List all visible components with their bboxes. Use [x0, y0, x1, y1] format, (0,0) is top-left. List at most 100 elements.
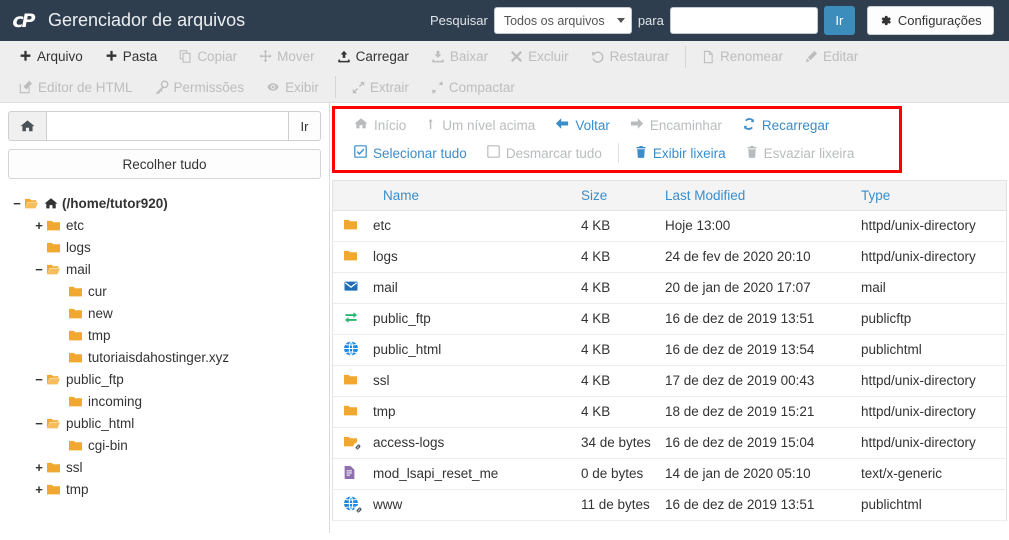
toolbar-item-carregar[interactable]: Carregar — [326, 44, 420, 70]
th-name[interactable]: Name — [367, 181, 575, 210]
cell-icon — [333, 303, 367, 334]
tree-node-etc[interactable]: + etc — [8, 214, 321, 236]
navigation-panel: InícioUm nível acimaVoltarEncaminharReca… — [332, 106, 902, 173]
toolbar-row-1: ArquivoPastaCopiarMoverCarregarBaixarExc… — [0, 41, 1009, 72]
table-row[interactable]: ssl4 KB17 de dez de 2019 00:43httpd/unix… — [333, 365, 1006, 396]
collapse-icon[interactable]: − — [32, 416, 46, 431]
tree-node-new[interactable]: new — [8, 302, 321, 324]
th-last-modified[interactable]: Last Modified — [659, 181, 855, 210]
cell-type: httpd/unix-directory — [855, 210, 1006, 241]
expand-icon — [352, 81, 365, 94]
tree-node-tmp[interactable]: tmp — [8, 324, 321, 346]
toolbar-item-arquivo[interactable]: Arquivo — [8, 44, 94, 70]
toolbar-item-permiss-es: Permissões — [144, 74, 256, 100]
expand-icon[interactable]: + — [32, 460, 46, 475]
folder-icon — [343, 435, 358, 448]
main-body: Ir Recolher tudo −(/home/tutor920) + etc lo… — [0, 103, 1009, 533]
nav-item-selecionar-tudo[interactable]: Selecionar tudo — [344, 145, 477, 161]
path-input[interactable] — [46, 111, 288, 141]
cell-type: httpd/unix-directory — [855, 365, 1006, 396]
cell-size: 4 KB — [575, 303, 659, 334]
nav-item-voltar[interactable]: Voltar — [545, 117, 620, 133]
tree-node-public-html[interactable]: −public_html — [8, 412, 321, 434]
cpanel-logo-icon: cP — [8, 8, 38, 34]
file-listing: Name Size Last Modified Type etc4 KBHoje… — [332, 180, 1007, 521]
table-row[interactable]: mod_lsapi_reset_me0 de bytes14 de jan de… — [333, 458, 1006, 489]
file-table-body: etc4 KBHoje 13:00httpd/unix-directorylog… — [333, 210, 1006, 520]
collapse-icon[interactable]: − — [32, 372, 46, 387]
toolbar-item-editar: Editar — [794, 44, 869, 70]
table-row[interactable]: public_ftp4 KB16 de dez de 2019 13:51pub… — [333, 303, 1006, 334]
nav-item-in-cio: Início — [344, 117, 416, 133]
tree-node-home-tutor920[interactable]: −(/home/tutor920) — [8, 192, 321, 214]
toolbar-item-mover: Mover — [248, 44, 326, 70]
cell-size: 4 KB — [575, 334, 659, 365]
nav-item-label: Encaminhar — [650, 118, 722, 133]
cell-size: 4 KB — [575, 365, 659, 396]
table-row[interactable]: etc4 KBHoje 13:00httpd/unix-directory — [333, 210, 1006, 241]
cell-type: publicftp — [855, 303, 1006, 334]
tree-node-logs[interactable]: logs — [8, 236, 321, 258]
cell-icon — [333, 427, 367, 458]
cell-icon — [333, 272, 367, 303]
folder-icon — [68, 285, 83, 298]
th-size[interactable]: Size — [575, 181, 659, 210]
expand-icon[interactable]: + — [32, 218, 46, 233]
folder-icon — [46, 241, 61, 254]
brand: cP Gerenciador de arquivos — [8, 8, 245, 34]
table-row[interactable]: www11 de bytes16 de dez de 2019 13:51pub… — [333, 489, 1006, 520]
th-type[interactable]: Type — [855, 181, 1006, 210]
tree-node-cgi-bin[interactable]: cgi-bin — [8, 434, 321, 456]
table-row[interactable]: tmp4 KB18 de dez de 2019 15:21httpd/unix… — [333, 396, 1006, 427]
collapse-all-button[interactable]: Recolher tudo — [8, 149, 321, 179]
table-row[interactable]: mail4 KB20 de jan de 2020 17:07mail — [333, 272, 1006, 303]
search-input[interactable] — [670, 7, 818, 34]
home-icon — [354, 117, 368, 133]
tree-node-mail[interactable]: −mail — [8, 258, 321, 280]
tree-node-cur[interactable]: cur — [8, 280, 321, 302]
cell-last-modified: 16 de dez de 2019 15:04 — [659, 427, 855, 458]
tree-node-tmp[interactable]: + tmp — [8, 478, 321, 500]
toolbar-item-pasta[interactable]: Pasta — [94, 44, 169, 70]
table-row[interactable]: access-logs34 de bytes16 de dez de 2019 … — [333, 427, 1006, 458]
cell-size: 4 KB — [575, 210, 659, 241]
folder-icon — [46, 461, 61, 474]
search-go-button[interactable]: Ir — [824, 6, 855, 35]
trash-icon — [746, 145, 758, 162]
path-bar: Ir — [8, 111, 321, 141]
search-scope-select[interactable]: Todos os arquivos — [494, 7, 632, 34]
nav-item-label: Exibir lixeira — [653, 146, 726, 161]
settings-button[interactable]: Configurações — [867, 6, 994, 35]
folder-icon — [68, 351, 83, 364]
nav-item-recarregar[interactable]: Recarregar — [732, 117, 840, 134]
expand-icon[interactable]: + — [32, 482, 46, 497]
nav-item-label: Selecionar tudo — [373, 146, 467, 161]
app-header: cP Gerenciador de arquivos Pesquisar Tod… — [0, 0, 1009, 41]
collapse-icon[interactable]: − — [10, 196, 24, 211]
toolbar-item-label: Permissões — [174, 80, 245, 95]
collapse-icon[interactable]: − — [32, 262, 46, 277]
move-icon — [259, 50, 272, 63]
tree-node-label: new — [88, 306, 113, 321]
tree-node-ssl[interactable]: +ssl — [8, 456, 321, 478]
tree-node-label: etc — [66, 218, 84, 233]
home-button[interactable] — [8, 111, 46, 141]
toolbar-divider — [335, 76, 336, 98]
cell-type: publichtml — [855, 489, 1006, 520]
cell-size: 0 de bytes — [575, 458, 659, 489]
tree-node-label: tmp — [66, 482, 89, 497]
path-go-button[interactable]: Ir — [288, 111, 321, 141]
cell-size: 4 KB — [575, 241, 659, 272]
search-label: Pesquisar — [430, 13, 488, 28]
table-row[interactable]: public_html4 KB16 de dez de 2019 13:54pu… — [333, 334, 1006, 365]
tree-node-public-ftp[interactable]: −public_ftp — [8, 368, 321, 390]
sidebar: Ir Recolher tudo −(/home/tutor920) + etc lo… — [0, 103, 330, 533]
cell-last-modified: Hoje 13:00 — [659, 210, 855, 241]
nav-item-exibir-lixeira[interactable]: Exibir lixeira — [625, 145, 736, 162]
tree-node-tutoriaisdahostinger-xyz[interactable]: tutoriaisdahostinger.xyz — [8, 346, 321, 368]
toolbar-item-label: Arquivo — [37, 49, 83, 64]
directory-tree: −(/home/tutor920)+etclogs−mailcurnewtmpt… — [8, 192, 321, 500]
table-row[interactable]: logs4 KB24 de fev de 2020 20:10httpd/uni… — [333, 241, 1006, 272]
tree-node-incoming[interactable]: incoming — [8, 390, 321, 412]
search-for-label: para — [638, 13, 664, 28]
